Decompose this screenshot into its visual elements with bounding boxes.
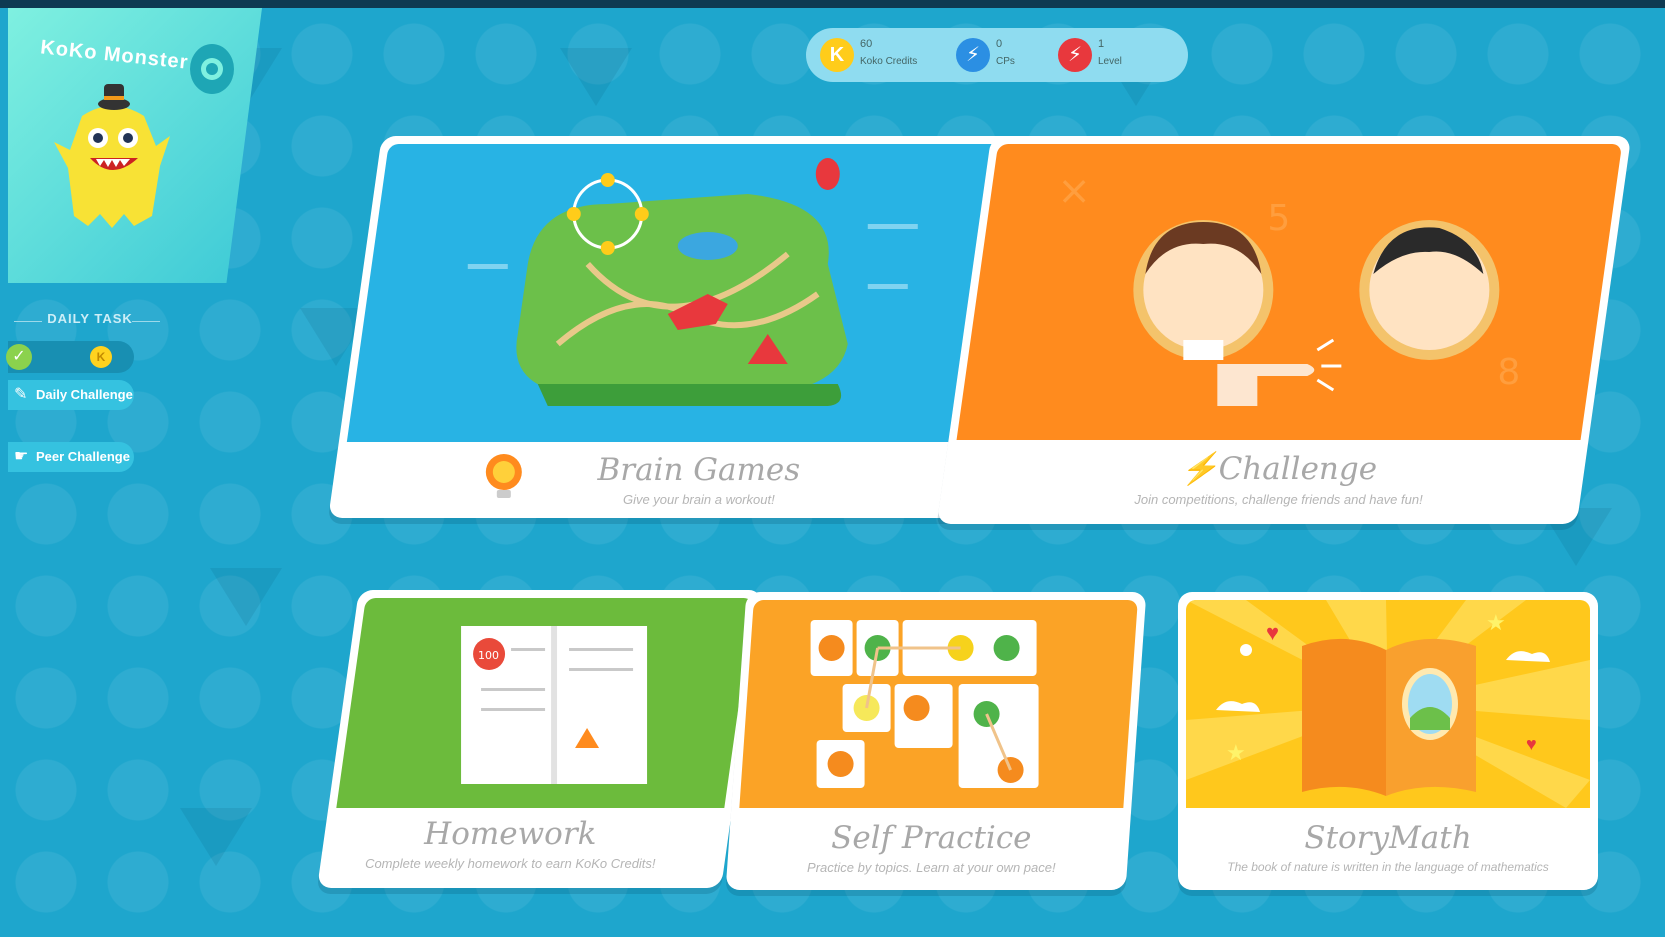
svg-text:×: × xyxy=(1057,168,1091,214)
homework-title: Homework xyxy=(424,816,597,852)
divider xyxy=(132,321,160,322)
svg-text:8: 8 xyxy=(1497,352,1520,393)
lightning-icon: ⚡ xyxy=(1179,451,1219,487)
coin-icon: K xyxy=(820,38,854,72)
svg-text:5: 5 xyxy=(1267,198,1290,239)
storymath-art: ♥ ♥ ★ ★ xyxy=(1186,600,1590,808)
daily-challenge-label: Daily Challenge xyxy=(36,387,133,402)
brain-games-title: Brain Games xyxy=(597,452,801,488)
storymath-card[interactable]: ♥ ♥ ★ ★ StoryMath The book of nature is … xyxy=(1178,592,1598,890)
pencil-icon: ✎ xyxy=(14,386,28,403)
svg-text:★: ★ xyxy=(1226,740,1246,765)
brain-games-art xyxy=(346,144,1013,442)
self-practice-card[interactable]: Self Practice Practice by topics. Learn … xyxy=(725,592,1147,890)
koko-credits-value: 60 xyxy=(860,38,873,50)
coin-icon: K xyxy=(90,346,112,368)
koko-credits-label: Koko Credits xyxy=(860,56,918,67)
self-practice-title: Self Practice xyxy=(831,820,1032,856)
cps-value: 0 xyxy=(996,38,1003,50)
bolt-icon: ⚡ xyxy=(956,38,990,72)
shield-badge-icon[interactable] xyxy=(190,44,234,94)
daily-task-heading: DAILY TASK xyxy=(47,311,133,326)
monster-avatar[interactable] xyxy=(52,76,172,236)
sidebar: KoKo Monster DAILY TASK ✓ K ✎ Daily Chal… xyxy=(6,8,262,937)
brain-games-card[interactable]: Brain Games Give your brain a workout! xyxy=(328,136,1022,518)
svg-text:♥: ♥ xyxy=(1266,620,1279,645)
challenge-subtitle: Join competitions, challenge friends and… xyxy=(1134,492,1423,507)
homework-card[interactable]: 100 Homework Complete weekly homework to… xyxy=(317,590,763,888)
profile-name: KoKo Monster xyxy=(39,36,190,74)
level-bolt-icon: ⚡ xyxy=(1058,38,1092,72)
challenge-art: × 5 8 xyxy=(956,144,1623,440)
level-label: Level xyxy=(1098,56,1122,67)
peer-challenge-label: Peer Challenge xyxy=(36,449,130,464)
brain-games-subtitle: Give your brain a workout! xyxy=(622,492,775,507)
homework-art: 100 xyxy=(336,598,754,808)
check-icon: ✓ xyxy=(6,344,32,370)
homework-subtitle: Complete weekly homework to earn KoKo Cr… xyxy=(365,856,656,871)
storymath-title: StoryMath xyxy=(1304,820,1472,856)
challenge-card[interactable]: × 5 8 ⚡Challenge Join competitions, chal… xyxy=(936,136,1632,524)
challenge-title: Challenge xyxy=(1218,451,1378,487)
hand-point-icon: ☛ xyxy=(14,448,29,465)
stats-bar: K 60 Koko Credits ⚡ 0 CPs ⚡ 1 Level xyxy=(806,28,1188,82)
homework-badge: 100 xyxy=(478,649,499,662)
cps-label: CPs xyxy=(996,56,1015,67)
profile-panel: KoKo Monster xyxy=(8,8,262,283)
svg-text:★: ★ xyxy=(1486,610,1506,635)
level-value: 1 xyxy=(1098,38,1105,50)
top-bar xyxy=(0,0,1665,8)
peer-challenge-button[interactable]: ☛ Peer Challenge xyxy=(8,442,134,472)
self-practice-subtitle: Practice by topics. Learn at your own pa… xyxy=(807,860,1056,875)
daily-challenge-button[interactable]: ✎ Daily Challenge xyxy=(8,380,134,410)
svg-text:♥: ♥ xyxy=(1526,734,1537,754)
storymath-subtitle: The book of nature is written in the lan… xyxy=(1227,860,1549,874)
self-practice-art xyxy=(739,600,1138,808)
